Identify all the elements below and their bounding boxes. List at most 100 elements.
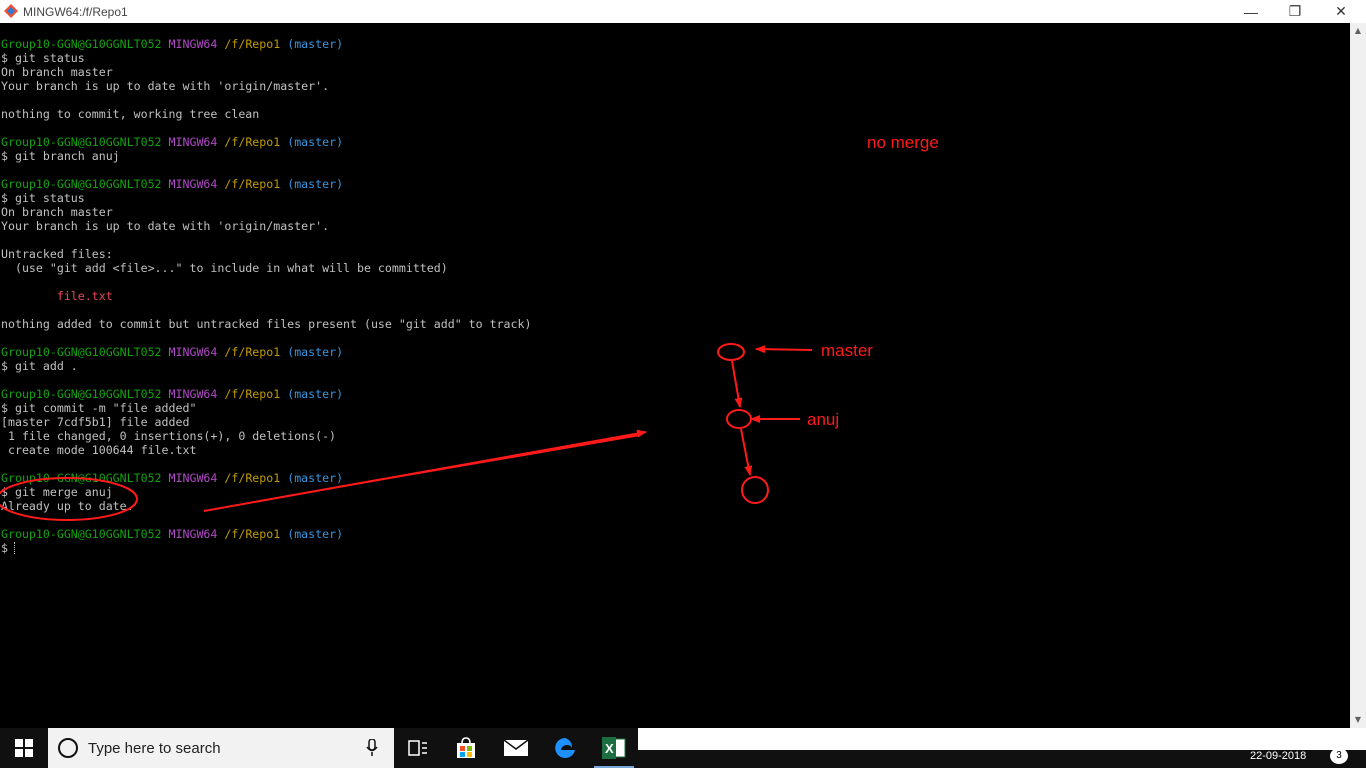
task-view-button[interactable] [394, 728, 442, 768]
terminal-prompt-line: Group10-GGN@G10GGNLT052 MINGW64 /f/Repo1… [1, 37, 531, 51]
prompt-env: MINGW64 [168, 345, 218, 359]
notification-count-badge[interactable]: 3 [1330, 748, 1348, 764]
terminal-text: create mode 100644 file.txt [1, 443, 197, 457]
terminal-text: $ git merge anuj [1, 485, 113, 499]
store-icon [457, 737, 475, 758]
prompt-branch: (master) [287, 177, 344, 191]
prompt-user: Group10-GGN@G10GGNLT052 [1, 527, 162, 541]
search-icon [58, 738, 78, 758]
close-button[interactable]: ✕ [1318, 0, 1364, 23]
prompt-user: Group10-GGN@G10GGNLT052 [1, 387, 162, 401]
terminal-prompt-line: Group10-GGN@G10GGNLT052 MINGW64 /f/Repo1… [1, 345, 531, 359]
terminal-text: nothing to commit, working tree clean [1, 107, 260, 121]
text-cursor[interactable] [13, 542, 16, 554]
prompt-path: /f/Repo1 [224, 37, 281, 51]
vertical-scrollbar[interactable]: ▲ ▼ [1350, 23, 1366, 728]
search-placeholder: Type here to search [88, 740, 221, 757]
prompt-path: /f/Repo1 [224, 471, 281, 485]
start-button[interactable] [0, 728, 48, 768]
annotation-no-merge: no merge [867, 133, 939, 152]
terminal-prompt-line: Group10-GGN@G10GGNLT052 MINGW64 /f/Repo1… [1, 135, 531, 149]
terminal-text: $ git add . [1, 359, 78, 373]
terminal-output-line: Your branch is up to date with 'origin/m… [1, 79, 531, 93]
prompt-env: MINGW64 [168, 37, 218, 51]
task-view-icon [408, 740, 427, 756]
terminal-text: Your branch is up to date with 'origin/m… [1, 79, 330, 93]
prompt-branch: (master) [287, 135, 344, 149]
terminal-prompt-line: Group10-GGN@G10GGNLT052 MINGW64 /f/Repo1… [1, 527, 531, 541]
untracked-file-line: file.txt [1, 289, 531, 303]
excel-icon: X [602, 737, 626, 759]
taskbar-search-box[interactable]: Type here to search [48, 728, 394, 768]
prompt-path: /f/Repo1 [224, 345, 281, 359]
terminal-text: (use "git add <file>..." to include in w… [1, 261, 448, 275]
prompt-branch: (master) [287, 527, 344, 541]
prompt-env: MINGW64 [168, 527, 218, 541]
microphone-icon[interactable] [366, 739, 378, 757]
terminal-text: [master 7cdf5b1] file added [1, 415, 190, 429]
prompt-branch: (master) [287, 345, 344, 359]
prompt-path: /f/Repo1 [224, 387, 281, 401]
terminal-prompt-line: Group10-GGN@G10GGNLT052 MINGW64 /f/Repo1… [1, 471, 531, 485]
terminal-output-line: On branch master [1, 205, 531, 219]
prompt-user: Group10-GGN@G10GGNLT052 [1, 37, 162, 51]
overlay-strip [638, 728, 1366, 750]
terminal-output-line: nothing added to commit but untracked fi… [1, 317, 531, 331]
clock-date[interactable]: 22-09-2018 [1250, 750, 1306, 762]
terminal-input-line: $ [1, 541, 531, 555]
terminal-output-line: On branch master [1, 65, 531, 79]
terminal-text: On branch master [1, 205, 113, 219]
terminal-text: On branch master [1, 65, 113, 79]
terminal-output-line: 1 file changed, 0 insertions(+), 0 delet… [1, 429, 531, 443]
terminal-area[interactable]: Group10-GGN@G10GGNLT052 MINGW64 /f/Repo1… [0, 23, 1350, 728]
scroll-up-icon[interactable]: ▲ [1350, 23, 1366, 39]
terminal-text: Your branch is up to date with 'origin/m… [1, 219, 330, 233]
prompt-branch: (master) [287, 387, 344, 401]
terminal-output-line: $ git commit -m "file added" [1, 401, 531, 415]
minimize-button[interactable]: — [1228, 0, 1274, 23]
terminal-text: Untracked files: [1, 247, 113, 261]
terminal-output-line: create mode 100644 file.txt [1, 443, 531, 457]
git-bash-icon [4, 4, 18, 18]
terminal-output-line: $ git status [1, 51, 531, 65]
terminal-output-line: $ git branch anuj [1, 149, 531, 163]
mail-icon [504, 740, 528, 756]
prompt-user: Group10-GGN@G10GGNLT052 [1, 177, 162, 191]
terminal-prompt-line: Group10-GGN@G10GGNLT052 MINGW64 /f/Repo1… [1, 177, 531, 191]
terminal-output-line: Your branch is up to date with 'origin/m… [1, 219, 531, 233]
close-icon: ✕ [1335, 3, 1347, 19]
store-button[interactable] [442, 728, 490, 768]
terminal-output-line: $ git merge anuj [1, 485, 531, 499]
untracked-file-name: file.txt [1, 289, 113, 303]
terminal-text: $ git commit -m "file added" [1, 401, 197, 415]
edge-icon [555, 738, 575, 758]
terminal-output-line: $ git status [1, 191, 531, 205]
excel-button[interactable]: X [590, 728, 638, 768]
restore-icon: ❐ [1288, 3, 1302, 19]
terminal-text: $ git status [1, 51, 85, 65]
scroll-down-icon[interactable]: ▼ [1350, 712, 1366, 728]
prompt-branch: (master) [287, 37, 344, 51]
maximize-button[interactable]: ❐ [1272, 0, 1318, 23]
edge-button[interactable] [541, 728, 589, 768]
terminal-output: Group10-GGN@G10GGNLT052 MINGW64 /f/Repo1… [1, 37, 531, 555]
window-title: MINGW64:/f/Repo1 [23, 5, 128, 19]
annotation-anuj: anuj [807, 410, 840, 429]
prompt-path: /f/Repo1 [224, 177, 281, 191]
annotation-master: master [821, 341, 873, 360]
terminal-text: 1 file changed, 0 insertions(+), 0 delet… [1, 429, 337, 443]
prompt-user: Group10-GGN@G10GGNLT052 [1, 135, 162, 149]
prompt-path: /f/Repo1 [224, 527, 281, 541]
terminal-output-line: nothing to commit, working tree clean [1, 107, 531, 121]
window-titlebar: MINGW64:/f/Repo1 — ❐ ✕ [0, 0, 1366, 23]
mail-button[interactable] [492, 728, 540, 768]
